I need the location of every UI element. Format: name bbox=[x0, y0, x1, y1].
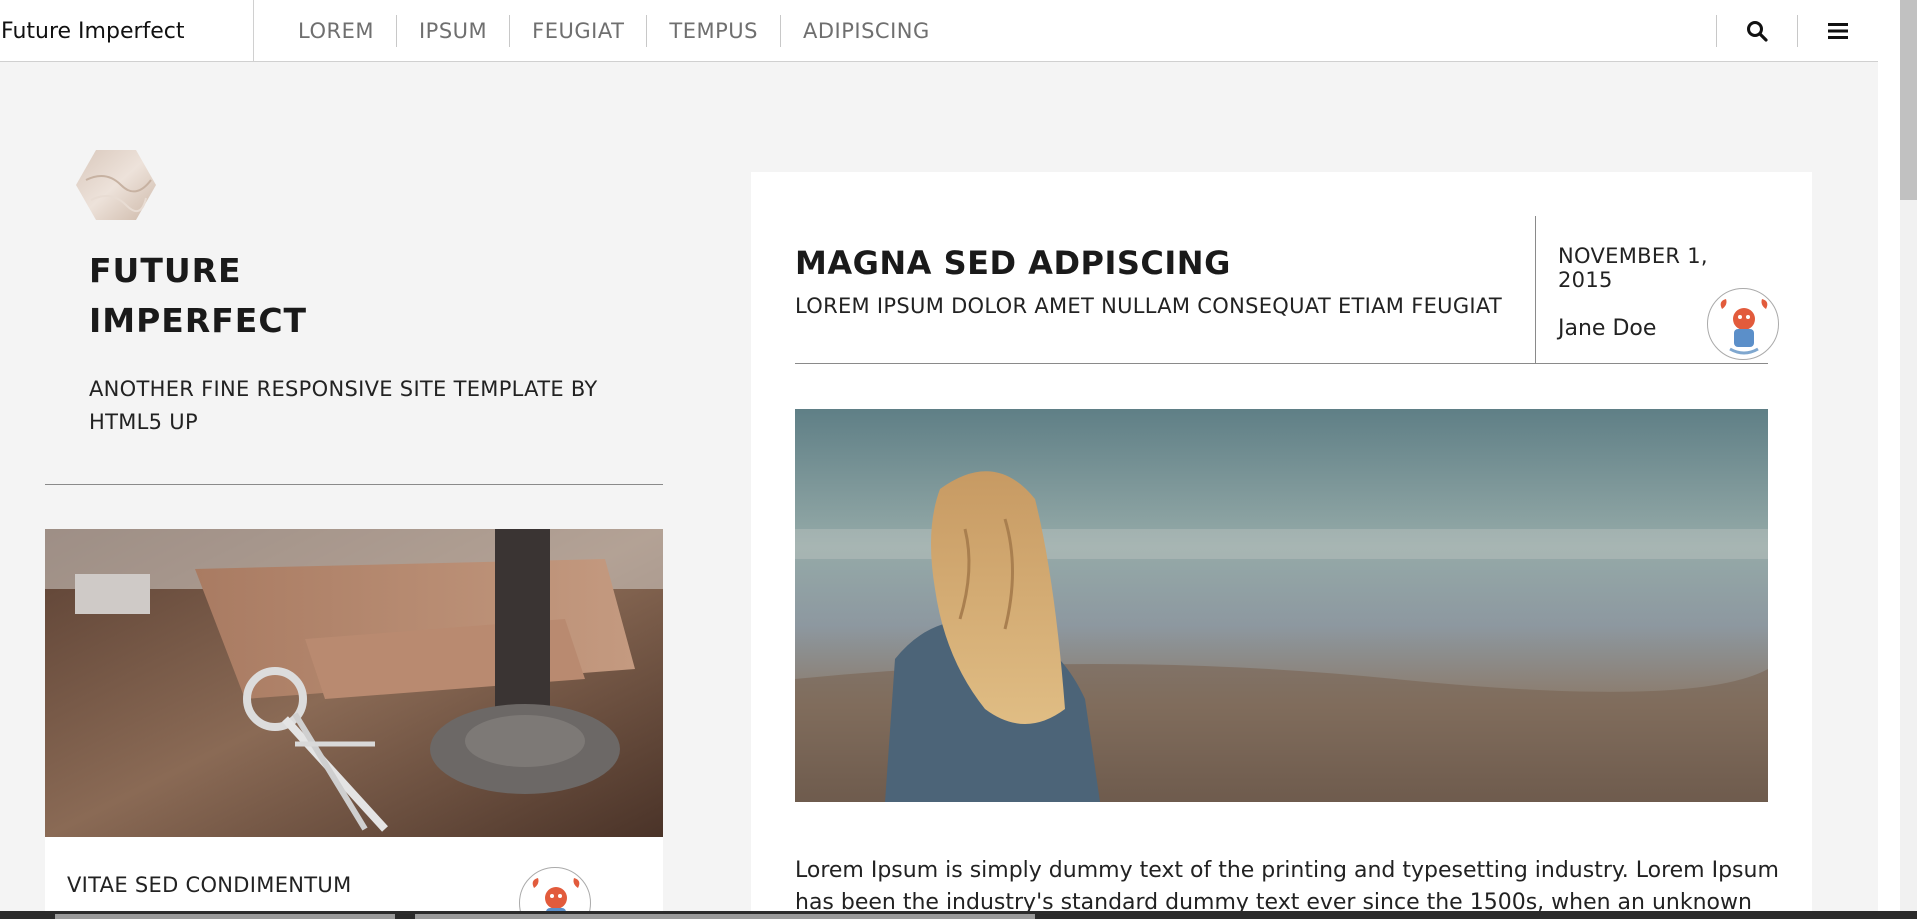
sidebar-divider bbox=[45, 484, 663, 485]
post-author[interactable]: Jane Doe bbox=[1558, 316, 1656, 341]
post-subtitle: LOREM IPSUM DOLOR AMET NULLAM CONSEQUAT … bbox=[795, 294, 1503, 318]
nav-feugiat[interactable]: FEUGIAT bbox=[510, 15, 648, 47]
scroll-segment bbox=[415, 914, 1035, 919]
mini-post: VITAE SED CONDIMENTUM bbox=[45, 529, 663, 919]
horizontal-scrollbar[interactable] bbox=[0, 911, 1917, 919]
scroll-gutter bbox=[1878, 0, 1900, 919]
post-meta: NOVEMBER 1, 2015 Jane Doe bbox=[1535, 216, 1779, 364]
post-date: NOVEMBER 1, 2015 bbox=[1558, 244, 1708, 292]
menu-icon bbox=[1828, 23, 1848, 39]
nav-lorem[interactable]: LOREM bbox=[254, 15, 397, 47]
site-title-line2: IMPERFECT bbox=[89, 301, 308, 340]
main-nav: LOREM IPSUM FEUGIAT TEMPUS ADIPISCING bbox=[254, 0, 952, 62]
nav-adipiscing[interactable]: ADIPISCING bbox=[781, 15, 952, 47]
site-subtitle: ANOTHER FINE RESPONSIVE SITE TEMPLATE BY… bbox=[89, 377, 598, 434]
search-button[interactable] bbox=[1716, 15, 1797, 47]
post-title[interactable]: MAGNA SED ADPISCING bbox=[795, 244, 1231, 282]
nav-ipsum[interactable]: IPSUM bbox=[397, 15, 511, 47]
mini-post-image[interactable] bbox=[45, 529, 663, 837]
scroll-thumb[interactable] bbox=[1900, 0, 1917, 200]
main-post: MAGNA SED ADPISCING LOREM IPSUM DOLOR AM… bbox=[751, 172, 1812, 919]
scroll-segment bbox=[55, 914, 395, 919]
site-title: FUTURE IMPERFECT bbox=[89, 246, 389, 346]
brand-link[interactable]: Future Imperfect bbox=[0, 0, 254, 62]
post-author-avatar[interactable] bbox=[1707, 288, 1779, 360]
avatar-icon bbox=[1720, 299, 1768, 355]
menu-button[interactable] bbox=[1797, 15, 1878, 47]
header-actions bbox=[1716, 0, 1878, 62]
post-header: MAGNA SED ADPISCING LOREM IPSUM DOLOR AM… bbox=[795, 216, 1779, 364]
post-body: Lorem Ipsum is simply dummy text of the … bbox=[795, 858, 1779, 915]
top-header: Future Imperfect LOREM IPSUM FEUGIAT TEM… bbox=[0, 0, 1878, 62]
site-title-line1: FUTURE bbox=[89, 251, 242, 290]
site-logo[interactable] bbox=[76, 150, 156, 220]
vertical-scrollbar[interactable] bbox=[1878, 0, 1917, 919]
search-icon bbox=[1747, 21, 1768, 42]
post-image[interactable] bbox=[795, 409, 1768, 802]
nav-tempus[interactable]: TEMPUS bbox=[647, 15, 781, 47]
mini-post-title[interactable]: VITAE SED CONDIMENTUM bbox=[67, 873, 352, 897]
